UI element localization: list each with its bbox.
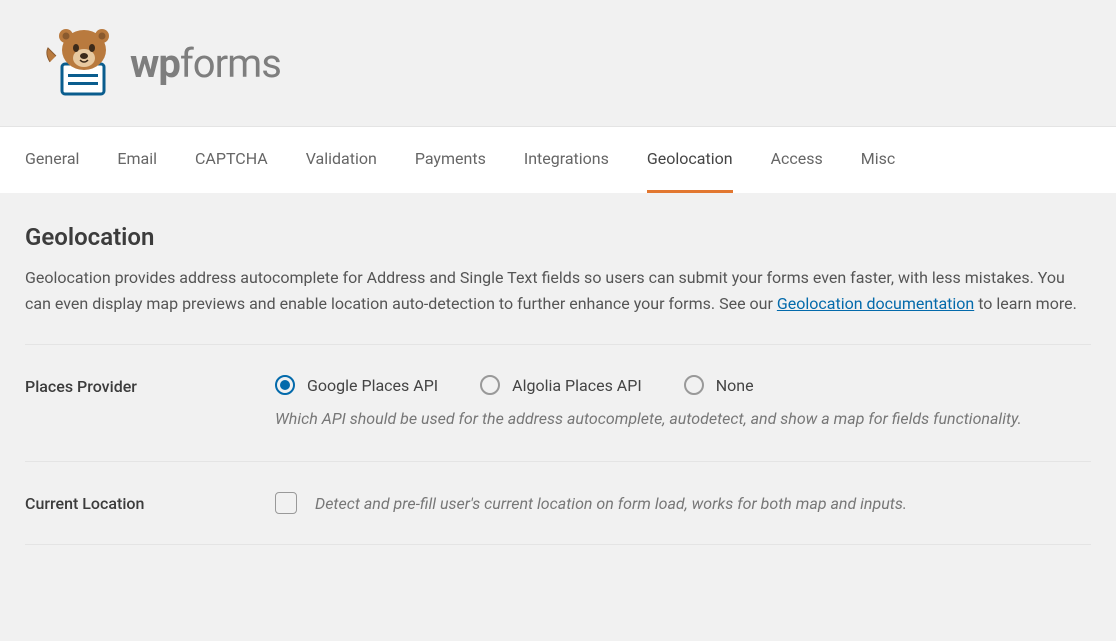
logo-text: wpforms (130, 40, 281, 87)
radio-button[interactable] (275, 375, 295, 395)
radio-button[interactable] (684, 375, 704, 395)
page-description: Geolocation provides address autocomplet… (25, 265, 1091, 345)
logo: wpforms (30, 22, 1091, 104)
header: wpforms (0, 0, 1116, 126)
radio-label: Algolia Places API (512, 376, 642, 395)
setting-label-current-location: Current Location (25, 492, 275, 514)
tab-geolocation[interactable]: Geolocation (647, 127, 733, 193)
tab-misc[interactable]: Misc (861, 127, 896, 193)
tab-captcha[interactable]: CAPTCHA (195, 127, 268, 193)
current-location-checkbox-item[interactable]: Detect and pre-fill user's current locat… (275, 492, 1091, 514)
radio-button[interactable] (480, 375, 500, 395)
current-location-checkbox[interactable] (275, 492, 297, 514)
setting-control-places-provider: Google Places APIAlgolia Places APINone … (275, 375, 1091, 431)
radio-label: Google Places API (307, 376, 438, 395)
geolocation-docs-link[interactable]: Geolocation documentation (777, 294, 974, 313)
places-provider-option[interactable]: Algolia Places API (480, 375, 642, 395)
logo-bear-icon (30, 22, 120, 104)
setting-label-places-provider: Places Provider (25, 375, 275, 431)
tab-payments[interactable]: Payments (415, 127, 486, 193)
logo-forms: forms (180, 40, 281, 87)
logo-wp: wp (130, 40, 180, 87)
places-provider-option[interactable]: None (684, 375, 754, 395)
tab-access[interactable]: Access (771, 127, 823, 193)
tab-general[interactable]: General (25, 127, 79, 193)
radio-label: None (716, 376, 754, 395)
places-provider-option[interactable]: Google Places API (275, 375, 438, 395)
places-provider-radio-group: Google Places API Algolia Places API None (275, 375, 1091, 395)
settings-tabs: General Email CAPTCHA Validation Payments Int… (0, 126, 1116, 193)
page-title: Geolocation (25, 223, 1091, 251)
tab-email[interactable]: Email (117, 127, 157, 193)
desc-text-after: to learn more. (974, 294, 1077, 313)
setting-current-location: Current Location Detect and pre-fill use… (25, 462, 1091, 545)
tab-validation[interactable]: Validation (306, 127, 377, 193)
current-location-checkbox-label: Detect and pre-fill user's current locat… (315, 494, 907, 513)
settings-content: Geolocation Geolocation provides address… (0, 193, 1116, 545)
tab-integrations[interactable]: Integrations (524, 127, 609, 193)
setting-places-provider: Places Provider Google Places API Algolia… (25, 345, 1091, 462)
places-provider-help: Which API should be used for the address… (275, 407, 1091, 431)
setting-control-current-location: Detect and pre-fill user's current locat… (275, 492, 1091, 514)
